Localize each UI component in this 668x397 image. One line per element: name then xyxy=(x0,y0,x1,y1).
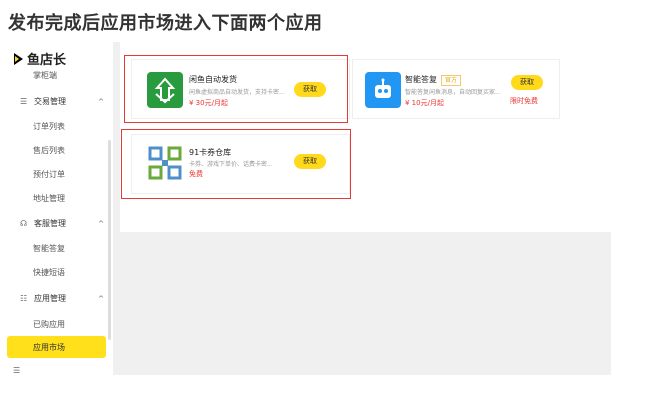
sidebar-item-app-market[interactable]: 应用市场 xyxy=(7,336,106,358)
logo-icon xyxy=(14,52,23,65)
sidebar-group-label: 交易管理 xyxy=(34,97,66,106)
sidebar-item-partial[interactable]: 掌柜端 xyxy=(33,70,113,81)
sidebar-item-quick-phrases[interactable]: 快捷短语 xyxy=(33,267,113,278)
sidebar-group-apps[interactable]: ☷ 应用管理 ^ xyxy=(20,293,104,304)
app-description: 智能答复闲鱼消息，自动回复买家... xyxy=(405,89,501,96)
get-button[interactable]: 获取 xyxy=(511,75,543,90)
app-icon-smart-reply xyxy=(365,72,401,108)
app-card-smart-reply[interactable]: 智能答复 官方 智能答复闲鱼消息，自动回复买家... ¥ 10元/月起 获取 限时… xyxy=(352,59,560,119)
robot-icon xyxy=(375,78,391,98)
sidebar-group-label: 客服管理 xyxy=(34,219,66,228)
app-price: ¥ 10元/月起 xyxy=(405,99,444,107)
limited-free-badge: 限时免费 xyxy=(510,97,538,105)
chevron-up-icon: ^ xyxy=(98,219,104,228)
sidebar-item-prepaid[interactable]: 预付订单 xyxy=(33,169,113,180)
sidebar: 鱼店长 掌柜端 ☰ 交易管理 ^ 订单列表 售后列表 预付订单 地址管理 ☊ 客… xyxy=(0,42,113,375)
sidebar-group-label: 应用管理 xyxy=(34,294,66,303)
logo-text: 鱼店长 xyxy=(27,53,67,68)
sidebar-group-service[interactable]: ☊ 客服管理 ^ xyxy=(20,218,104,229)
highlight-box-auto-ship xyxy=(124,55,348,123)
sidebar-item-after-sales[interactable]: 售后列表 xyxy=(33,145,113,156)
sidebar-item-purchased-apps[interactable]: 已购应用 xyxy=(33,319,113,330)
logo[interactable]: 鱼店长 xyxy=(14,49,66,68)
app-name: 智能答复 xyxy=(405,75,437,84)
page-heading: 发布完成后应用市场进入下面两个应用 xyxy=(8,13,323,34)
official-tag: 官方 xyxy=(441,75,462,86)
sidebar-group-trade[interactable]: ☰ 交易管理 ^ xyxy=(20,96,104,107)
sidebar-item-label: 应用市场 xyxy=(33,343,65,352)
chevron-up-icon: ^ xyxy=(98,97,104,106)
sidebar-item-address[interactable]: 地址管理 xyxy=(33,193,113,204)
list-icon: ☰ xyxy=(20,97,28,106)
grid-icon: ☷ xyxy=(20,294,28,303)
sidebar-item-orders[interactable]: 订单列表 xyxy=(33,121,113,132)
highlight-box-card-warehouse xyxy=(121,129,351,199)
sidebar-scrollbar[interactable] xyxy=(108,140,111,340)
headset-icon: ☊ xyxy=(20,219,28,228)
sidebar-item-smart-reply[interactable]: 智能答复 xyxy=(33,243,113,254)
collapse-menu-icon[interactable]: ☰ xyxy=(13,366,20,375)
app-name-row: 智能答复 官方 xyxy=(405,74,462,86)
chevron-up-icon: ^ xyxy=(98,294,104,303)
